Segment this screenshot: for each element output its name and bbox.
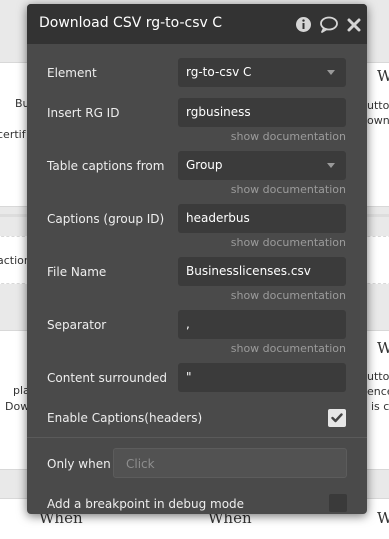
separator-input[interactable]: ,	[178, 310, 346, 339]
comment-icon[interactable]	[319, 16, 339, 33]
element-label: Element	[47, 66, 97, 80]
card-text: is c	[371, 400, 389, 413]
action-property-editor: Download CSV rg-to-csv C Element rg-to-c…	[27, 4, 367, 514]
content-surrounded-input[interactable]: "	[178, 363, 346, 392]
panel-title: Download CSV rg-to-csv C	[39, 15, 223, 31]
table-captions-from-label: Table captions from	[47, 159, 165, 173]
card-text: ence	[367, 385, 389, 398]
info-icon[interactable]	[295, 16, 312, 33]
captions-group-id-input[interactable]: headerbus	[178, 204, 346, 233]
panel-header[interactable]: Download CSV rg-to-csv C	[27, 4, 367, 44]
show-documentation-link[interactable]: show documentation	[231, 130, 346, 143]
show-documentation-link[interactable]: show documentation	[231, 236, 346, 249]
file-name-input[interactable]: Businesslicenses.csv	[178, 257, 346, 286]
card-text: utto	[367, 370, 389, 383]
table-captions-from-dropdown[interactable]: Group	[178, 151, 346, 180]
enable-captions-checkbox[interactable]	[328, 409, 346, 427]
show-documentation-link[interactable]: show documentation	[231, 183, 346, 196]
separator-label: Separator	[47, 318, 107, 332]
insert-rg-id-label: Insert RG ID	[47, 106, 120, 120]
only-when-placeholder: Click	[126, 457, 155, 471]
card-text: certif	[0, 128, 26, 141]
element-dropdown[interactable]: rg-to-csv C	[178, 58, 346, 87]
chevron-down-icon	[327, 163, 335, 168]
content-surrounded-value: "	[186, 370, 192, 384]
separator-value: ,	[186, 317, 190, 331]
card-heading: W	[377, 69, 389, 84]
show-documentation-link[interactable]: show documentation	[231, 289, 346, 302]
card-text: ownlo	[367, 114, 389, 127]
show-documentation-link[interactable]: show documentation	[231, 342, 346, 355]
table-captions-from-value: Group	[186, 158, 223, 172]
captions-group-id-label: Captions (group ID)	[47, 212, 165, 226]
enable-captions-label: Enable Captions(headers)	[47, 411, 203, 425]
element-value: rg-to-csv C	[186, 65, 252, 79]
file-name-label: File Name	[47, 265, 107, 279]
card-text: action.	[0, 254, 29, 267]
card-heading: W	[377, 341, 389, 356]
close-icon[interactable]	[345, 16, 362, 33]
card-heading: W	[377, 511, 389, 526]
captions-group-id-value: headerbus	[186, 211, 250, 225]
insert-rg-id-input[interactable]: rgbusiness	[178, 98, 346, 127]
breakpoint-label: Add a breakpoint in debug mode	[47, 497, 245, 511]
file-name-value: Businesslicenses.csv	[186, 264, 311, 278]
workflow-card[interactable]: action.	[0, 236, 30, 284]
check-icon	[331, 413, 343, 423]
section-divider	[27, 437, 367, 438]
insert-rg-id-value: rgbusiness	[186, 105, 251, 119]
card-text: utton	[367, 99, 389, 112]
content-surrounded-label: Content surrounded	[47, 371, 167, 385]
chevron-down-icon	[327, 70, 335, 75]
card-text: Dow	[5, 400, 30, 413]
only-when-input[interactable]: Click	[113, 448, 347, 478]
only-when-label: Only when	[47, 457, 111, 471]
breakpoint-checkbox[interactable]	[329, 494, 347, 512]
